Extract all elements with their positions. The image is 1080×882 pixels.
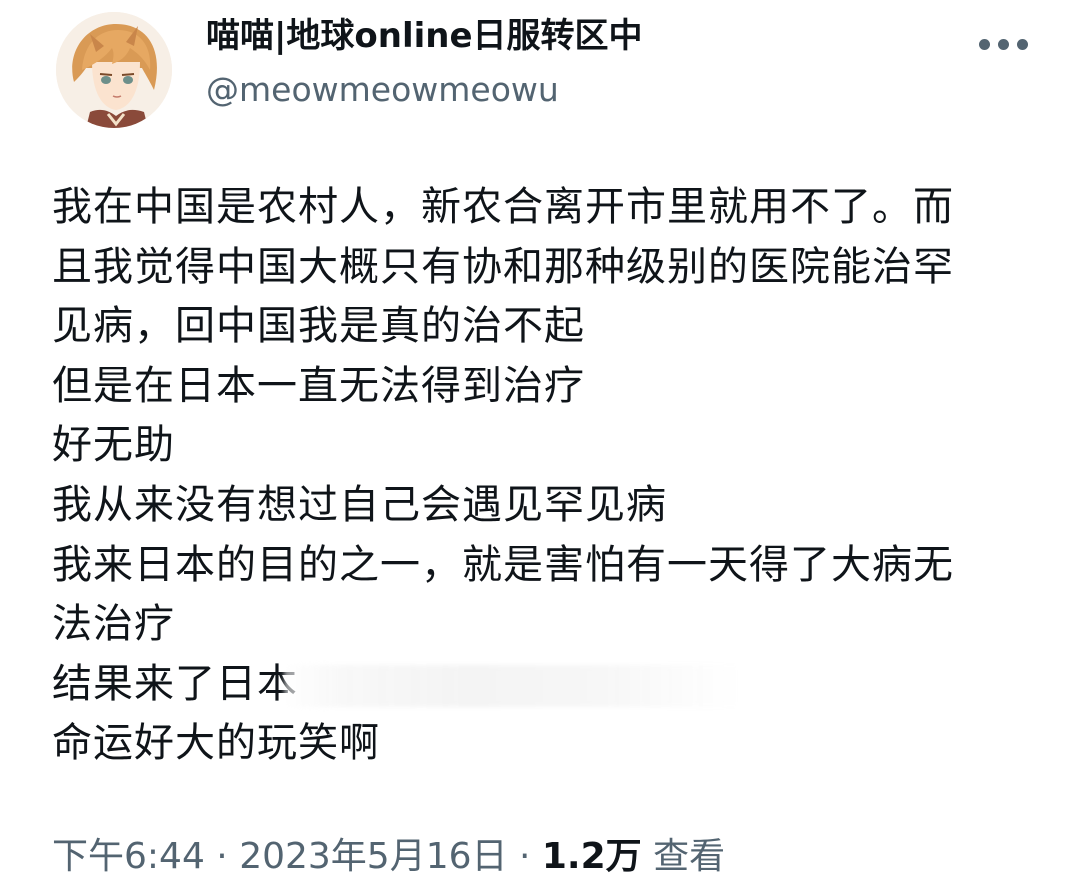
tweet-text: 我在中国是农村人，新农合离开市里就用不了。而 且我觉得中国大概只有协和那种级别的… (52, 178, 1042, 774)
tweet-line: 我在中国是农村人，新农合离开市里就用不了。而 (52, 184, 954, 230)
more-horizontal-icon-dot (998, 39, 1009, 50)
avatar[interactable] (56, 12, 172, 128)
tweet-line: 且我觉得中国大概只有协和那种级别的医院能治罕 (52, 243, 954, 290)
tweet-line: 见病，回中国我是真的治不起 (52, 303, 585, 350)
more-horizontal-icon (979, 39, 990, 50)
tweet-line: 好无助 (52, 422, 175, 469)
tweet-metadata: 下午6:44 · 2023年5月16日 · 1.2万 查看 (52, 832, 725, 882)
tweet-line-redacted: 结果来了日本 (52, 655, 1042, 715)
display-name[interactable]: 喵喵|地球online日服转区中 (206, 14, 643, 58)
tweet-line: 我从来没有想过自己会遇见罕见病 (52, 481, 667, 528)
tweet-line: 法治疗 (52, 601, 175, 648)
redaction-overlay (284, 664, 740, 707)
views-label[interactable]: 查看 (642, 836, 725, 877)
tweet-line: 但是在日本一直无法得到治疗 (52, 362, 585, 409)
tweet-line: 我来日本的目的之一，就是害怕有一天得了大病无 (52, 541, 954, 588)
tweet-time[interactable]: 下午6:44 (52, 836, 205, 877)
meta-separator: · (507, 836, 542, 877)
meta-separator: · (204, 836, 240, 877)
user-handle[interactable]: @meowmeowmeowu (206, 68, 559, 112)
tweet-line-text: 结果来了日本 (52, 660, 298, 707)
anime-avatar-icon (56, 12, 172, 128)
more-options-button[interactable] (970, 26, 1036, 62)
more-horizontal-icon-dot (1017, 39, 1028, 50)
tweet-line: 命运好大的玩笑啊 (52, 720, 380, 767)
tweet-card: 喵喵|地球online日服转区中 @meowmeowmeowu 我在中国是农村人… (0, 0, 1080, 877)
views-count[interactable]: 1.2万 (542, 836, 642, 877)
tweet-date[interactable]: 2023年5月16日 (239, 836, 507, 877)
